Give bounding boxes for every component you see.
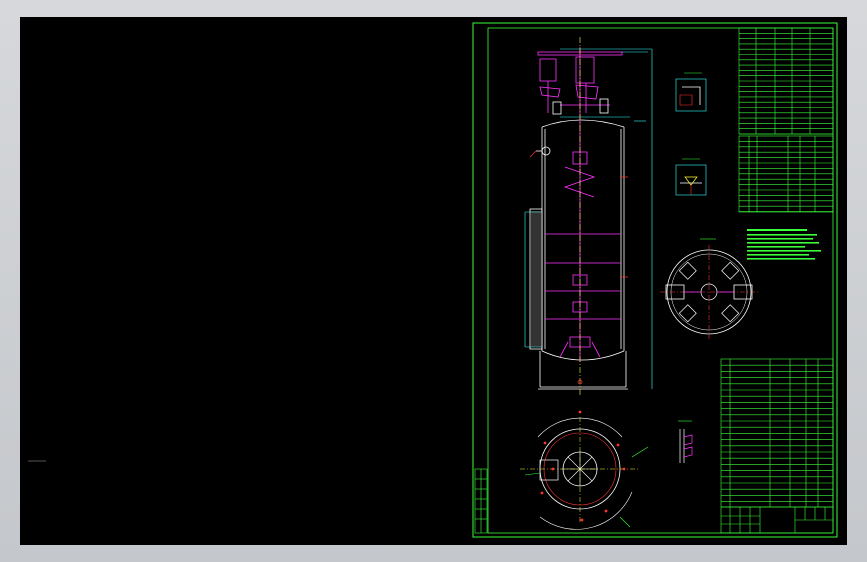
drawing-sheet bbox=[472, 22, 838, 538]
technical-notes-block bbox=[747, 229, 821, 260]
weld-detail-2 bbox=[675, 158, 707, 196]
plan-view bbox=[520, 410, 649, 530]
support-lug bbox=[678, 304, 697, 323]
vessel-shell bbox=[529, 119, 628, 390]
heating-coil-lines bbox=[531, 211, 541, 347]
sheet-outer-border bbox=[472, 22, 838, 538]
plan-spoke bbox=[567, 468, 581, 482]
cad-drawing-canvas bbox=[28, 22, 838, 538]
nozzle-table bbox=[738, 135, 834, 213]
plan-arc-bottom bbox=[539, 491, 633, 530]
support-lug bbox=[721, 261, 740, 280]
sheet-inner-border bbox=[487, 27, 834, 534]
front-elevation-view bbox=[524, 37, 653, 397]
weld-detail-1 bbox=[675, 72, 707, 112]
plan-manhole bbox=[539, 459, 559, 481]
lug-section-view bbox=[660, 238, 758, 339]
parts-list-table bbox=[720, 358, 834, 508]
cad-model-viewport[interactable] bbox=[20, 17, 847, 545]
design-data-table bbox=[738, 27, 834, 135]
plan-spoke bbox=[579, 456, 593, 470]
support-lug bbox=[678, 261, 697, 280]
dimension-extent-lines bbox=[524, 48, 653, 389]
vessel-head-nozzles bbox=[536, 98, 609, 156]
flange-detail bbox=[678, 420, 693, 463]
plan-spoke bbox=[579, 468, 593, 482]
support-lug bbox=[721, 304, 740, 323]
plan-leader-lines bbox=[524, 446, 649, 528]
title-block bbox=[720, 506, 834, 534]
margin-revision-strip bbox=[474, 468, 488, 534]
plan-spoke bbox=[567, 456, 581, 470]
